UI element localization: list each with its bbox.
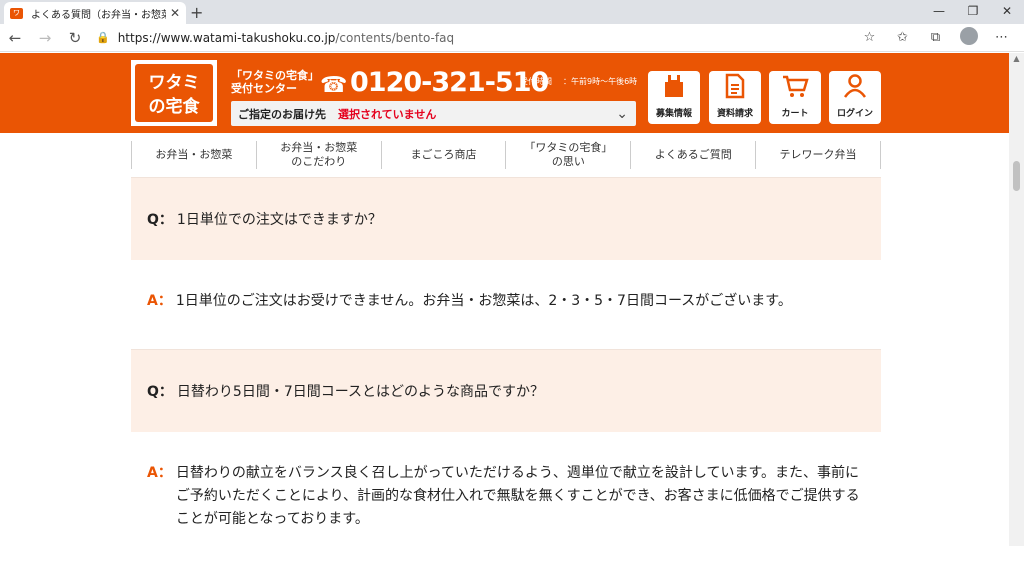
faq-answer: A： 1日単位のご注文はお受けできません。お弁当・お惣菜は、2・3・5・7日間コ… [131,260,881,349]
nav-label-line2: の思い [551,155,585,168]
nav-label: お弁当・お惣菜 のこだわり [280,141,357,169]
nav-item-bento[interactable]: お弁当・お惣菜 [131,141,256,169]
request-docs-button[interactable]: 資料請求 [709,71,761,124]
collections-icon[interactable]: ⧉ [919,30,952,45]
restore-icon[interactable]: ❐ [956,0,990,24]
hours-label: 受付時間 [520,77,552,86]
nav-label: お弁当・お惣菜 [155,148,233,161]
recruit-button[interactable]: 募集情報 [648,71,700,124]
logo-mark: ワタミ の宅食 [135,64,213,122]
login-button[interactable]: ログイン [829,71,881,124]
phone-icon: ☎ [320,73,348,98]
tab-title: よくある質問（お弁当・お惣菜）| ワ [31,9,166,21]
recruit-label: 募集情報 [655,109,692,119]
apron-icon [648,71,700,106]
nav-label: まごころ商店 [410,148,477,161]
nav-label: テレワーク弁当 [779,148,857,161]
minimize-icon[interactable]: — [922,0,956,24]
question-text: 日替わり5日間・7日間コースとはどのような商品ですか？ [176,384,545,400]
faq-question: Q： 1日単位での注文はできますか？ [131,177,881,260]
nav-label: 「ワタミの宅食」 の思い [524,141,612,169]
faq-list: Q： 1日単位での注文はできますか？ A： 1日単位のご注文はお受けできません。… [131,177,881,567]
request-docs-label: 資料請求 [716,109,753,119]
user-icon [829,71,881,106]
browser-toolbar: ☆ ✩ ⧉ ⋯ [853,26,1018,49]
browser-tab[interactable]: ワ よくある質問（お弁当・お惣菜）| ワ ✕ [4,2,186,24]
lock-icon[interactable]: 🔒 [96,31,110,44]
scroll-up-icon[interactable]: ▲ [1009,53,1024,65]
answer-mark: A： [147,293,172,309]
forward-arrow-icon[interactable]: → [30,29,60,47]
url-domain: https://www.watami-takushoku.co.jp [117,30,336,45]
avatar [959,26,978,45]
answer-mark: A： [147,465,172,481]
cart-icon [769,71,821,106]
site-favicon-icon: ワ [10,7,23,19]
chevron-down-icon: ⌄ [616,105,628,122]
logo-line1: ワタミ [148,73,200,93]
nav-item-magokoro-shop[interactable]: まごころ商店 [380,141,506,169]
window-close-icon[interactable]: ✕ [990,0,1024,24]
favorite-star-icon[interactable]: ☆ [853,30,886,45]
browser-tabbar: ワ よくある質問（お弁当・お惣菜）| ワ ✕ + — ❐ ✕ [0,0,1024,24]
nav-label-line1: お弁当・お惣菜 [280,141,358,154]
faq-question: Q： 日替わり5日間・7日間コースとはどのような商品ですか？ [131,349,881,432]
nav-item-faq[interactable]: よくあるご質問 [630,141,755,169]
login-label: ログイン [836,109,873,119]
question-text: 1日単位での注文はできますか？ [176,212,382,228]
document-icon [709,71,761,106]
url-path: /contents/bento-faq [335,30,455,45]
scroll-thumb[interactable] [1013,161,1020,191]
delivery-destination-select[interactable]: ご指定のお届け先 選択されていません ⌄ [231,101,636,126]
nav-item-commitment[interactable]: お弁当・お惣菜 のこだわり [255,141,381,169]
url-text: https://www.watami-takushoku.co.jp/conte… [118,31,454,45]
nav-item-telework-bento[interactable]: テレワーク弁当 [755,141,881,169]
call-center-line2: 受付センター [231,82,297,95]
url-field[interactable]: 🔒 https://www.watami-takushoku.co.jp/con… [96,27,853,49]
destination-value: 選択されていません [338,107,437,121]
question-mark: Q： [147,212,173,228]
more-menu-icon[interactable]: ⋯ [985,30,1018,45]
hours-value: ：午前9時～午後6時 [563,77,638,86]
reload-icon[interactable]: ↻ [60,29,90,47]
cart-button[interactable]: カート [769,71,821,124]
logo-line2: の宅食 [148,97,200,117]
close-icon[interactable]: ✕ [170,6,180,20]
new-tab-plus-icon[interactable]: + [190,3,203,22]
back-arrow-icon[interactable]: ← [0,29,30,47]
profile-avatar[interactable] [952,26,985,49]
phone-number[interactable]: 0120-321-510 [350,67,549,98]
site-logo[interactable]: ワタミ の宅食 [131,60,217,126]
faq-answer: A： 日替わりの献立をバランス良く召し上がっていただけるよう、週単位で献立を設計… [131,432,881,567]
call-center-label: 「ワタミの宅食」 受付センター [231,69,319,95]
answer-text: 日替わりの献立をバランス良く召し上がっていただけるよう、週単位で献立を設計してい… [175,465,860,527]
window-controls: — ❐ ✕ [922,0,1024,24]
destination-label: ご指定のお届け先 [238,107,326,121]
answer-text: 1日単位のご注文はお受けできません。お弁当・お惣菜は、2・3・5・7日間コースが… [175,293,792,309]
favorites-list-icon[interactable]: ✩ [886,30,919,45]
global-nav: お弁当・お惣菜 お弁当・お惣菜 のこだわり まごころ商店 「ワタミの宅食」 の思い … [131,133,881,177]
cart-label: カート [781,109,809,119]
nav-label-line1: 「ワタミの宅食」 [524,141,613,154]
nav-label-line2: のこだわり [291,155,347,168]
question-mark: Q： [147,384,173,400]
nav-label: よくあるご質問 [654,148,732,161]
nav-item-philosophy[interactable]: 「ワタミの宅食」 の思い [505,141,630,169]
page-scrollbar[interactable]: ▲ [1009,53,1024,546]
browser-addressbar: ← → ↻ 🔒 https://www.watami-takushoku.co.… [0,24,1024,52]
call-center-line1: 「ワタミの宅食」 [231,69,319,82]
